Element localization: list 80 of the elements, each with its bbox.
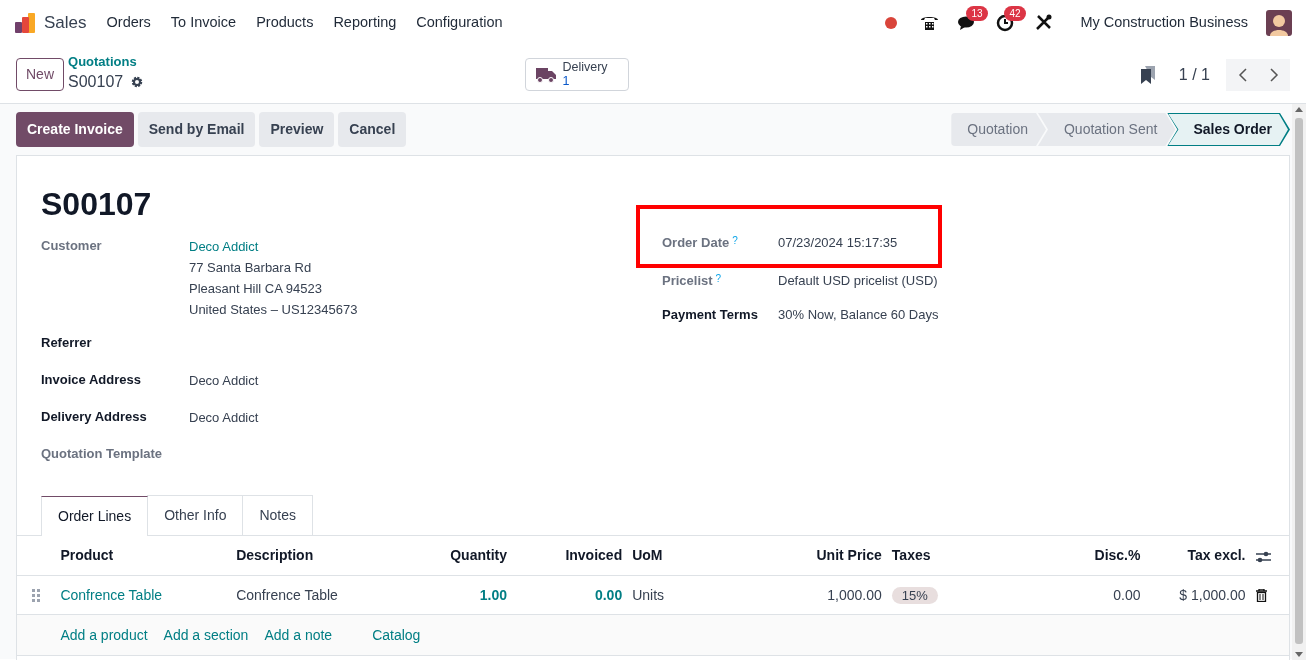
column-header[interactable]: Product: [60, 547, 114, 563]
menu-item[interactable]: To Invoice: [160, 11, 247, 34]
column-header[interactable]: UoM: [632, 547, 663, 563]
column-header[interactable]: Description: [236, 547, 314, 563]
field-label: Delivery Address: [41, 408, 148, 426]
status-stage[interactable]: Quotation: [951, 113, 1046, 146]
breadcrumb-link[interactable]: Quotations: [68, 55, 144, 70]
count-badge: 42: [1004, 5, 1026, 21]
delivery-smart-button[interactable]: Delivery 1: [525, 58, 629, 91]
smart-button-count: 1: [562, 74, 570, 88]
field-value: Deco Addict: [189, 372, 259, 390]
menu-item[interactable]: Configuration: [406, 11, 513, 34]
settings-icon[interactable]: [131, 75, 144, 88]
pager-value[interactable]: 1 / 1: [1178, 62, 1210, 87]
previous-button[interactable]: [1226, 58, 1258, 91]
column-header[interactable]: Unit Price: [816, 547, 882, 563]
field-value: 07/23/2024 15:17:35: [778, 234, 898, 252]
record-name: S00107: [68, 71, 124, 92]
status-dot-icon[interactable]: [885, 16, 898, 29]
form-tab[interactable]: Notes: [242, 495, 313, 535]
add-link[interactable]: Add a note: [264, 624, 333, 646]
tools-icon[interactable]: [1034, 14, 1052, 31]
field-value: Deco Addict: [189, 409, 259, 427]
smart-button-label: Delivery: [562, 61, 608, 75]
invoiced-value: 0.00: [594, 586, 623, 603]
phone-icon[interactable]: [919, 14, 939, 31]
table-cell: 0.00: [1113, 586, 1141, 603]
action-button[interactable]: Preview: [259, 112, 335, 147]
column-settings-icon[interactable]: [1255, 549, 1271, 563]
delete-icon[interactable]: [1255, 589, 1267, 603]
action-button[interactable]: Cancel: [338, 112, 407, 147]
field-value: United States – US12345673: [189, 301, 358, 319]
column-header[interactable]: Tax excl.: [1187, 547, 1246, 563]
field-label: Pricelist: [662, 271, 713, 290]
tax-tag: 15%: [891, 586, 938, 604]
field-value: 30% Now, Balance 60 Days: [778, 306, 939, 324]
chevron-right-icon: [1269, 67, 1279, 82]
status-stage[interactable]: Sales Order: [1167, 113, 1290, 146]
table-cell: Units: [632, 586, 665, 603]
drag-handle-icon[interactable]: [32, 589, 41, 603]
count-badge: 13: [966, 5, 988, 21]
column-header[interactable]: Disc.%: [1094, 547, 1141, 563]
app-logo-icon[interactable]: [14, 11, 36, 34]
record-title: S00107: [40, 185, 153, 224]
field-label: Customer: [41, 237, 103, 255]
create-invoice-button[interactable]: Create Invoice: [16, 112, 134, 147]
avatar-icon[interactable]: [1266, 9, 1292, 36]
status-stage[interactable]: Quotation Sent: [1038, 113, 1176, 146]
field-value: 77 Santa Barbara Rd: [189, 259, 313, 277]
next-button[interactable]: [1258, 58, 1290, 91]
field-label: Quotation Template: [41, 445, 164, 463]
menu-item[interactable]: Products: [246, 11, 324, 34]
table-cell: 1,000.00: [827, 586, 882, 603]
add-link[interactable]: Catalog: [372, 624, 421, 646]
chevron-left-icon: [1237, 67, 1247, 82]
app-name[interactable]: Sales: [44, 9, 87, 36]
field-value: Default USD pricelist (USD): [778, 272, 938, 290]
field-label: Referrer: [41, 334, 93, 352]
field-value: Pleasant Hill CA 94523: [189, 280, 323, 298]
table-cell: Confrence Table: [236, 586, 338, 603]
company-name[interactable]: My Construction Business: [1070, 11, 1258, 34]
field-label: Payment Terms: [662, 305, 758, 324]
field-label: Order Date: [662, 233, 730, 252]
bookmark-icon[interactable]: [1140, 65, 1155, 84]
product-link[interactable]: Confrence Table: [60, 586, 163, 603]
menu-item[interactable]: Orders: [96, 11, 161, 34]
truck-icon: [536, 66, 557, 83]
add-link[interactable]: Add a product: [60, 624, 148, 646]
column-header[interactable]: Invoiced: [565, 547, 623, 563]
table-cell: $ 1,000.00: [1179, 586, 1246, 603]
action-button[interactable]: Send by Email: [137, 112, 256, 147]
quantity-value: 1.00: [479, 586, 507, 603]
customer-link[interactable]: Deco Addict: [189, 236, 358, 257]
add-link[interactable]: Add a section: [163, 624, 249, 646]
column-header[interactable]: Taxes: [891, 547, 931, 563]
field-label: Invoice Address: [41, 371, 142, 389]
menu-item[interactable]: Reporting: [323, 11, 407, 34]
column-header[interactable]: Quantity: [450, 547, 507, 563]
form-tab[interactable]: Order Lines: [41, 496, 149, 536]
new-button[interactable]: New: [16, 58, 64, 91]
